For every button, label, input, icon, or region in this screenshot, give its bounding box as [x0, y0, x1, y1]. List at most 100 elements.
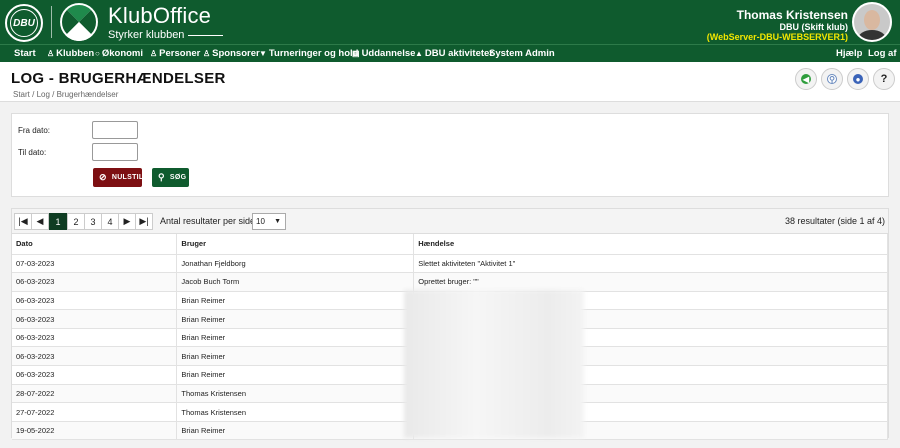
per-page-label: Antal resultater per side: [160, 216, 256, 226]
page-title: LOG - BRUGERHÆNDELSER: [11, 70, 226, 87]
globe-button[interactable]: ●: [847, 68, 869, 90]
search-submit-button[interactable]: ⚲ SØG: [152, 168, 189, 187]
nav-item-help[interactable]: Hjælp: [836, 48, 862, 60]
brand: KlubOffice Styrker klubben: [108, 4, 224, 42]
nav-item-uddannelse[interactable]: ▤ Uddannelse: [352, 48, 415, 60]
date-cell: 06-03-2023: [12, 365, 178, 385]
reset-button[interactable]: ⊘ NULSTIL: [93, 168, 143, 187]
dbu-logo-text: DBU: [10, 9, 38, 37]
user-cell: Brian Reimer: [176, 309, 415, 329]
graduation-icon: ▲: [415, 49, 423, 58]
dbu-logo[interactable]: DBU: [5, 4, 43, 42]
avatar[interactable]: [852, 2, 892, 42]
next-page-icon: ▶: [123, 216, 131, 226]
title-area: LOG - BRUGERHÆNDELSER Start / Log / Brug…: [0, 62, 900, 102]
nav-item-okonomi[interactable]: ○ Økonomi: [95, 48, 143, 60]
server-name: (WebServer-DBU-WEBSERVER1): [706, 32, 848, 42]
brand-underline: [188, 34, 224, 36]
user-name[interactable]: Thomas Kristensen: [707, 9, 848, 22]
to-date-input[interactable]: [92, 143, 138, 161]
trophy-icon: ▼: [259, 49, 267, 58]
arrow-left-icon: ◀: [801, 74, 811, 84]
user-cell: Brian Reimer: [176, 291, 415, 311]
globe-icon: ●: [853, 74, 863, 84]
person-icon: ♙: [203, 49, 211, 58]
per-page-value: 10: [256, 217, 265, 226]
nav-item-label: System Admin: [489, 48, 555, 59]
user-cell: Brian Reimer: [176, 365, 415, 385]
ban-icon: ⊘: [99, 172, 107, 182]
app-header: DBU KlubOffice Styrker klubben Thomas Kr…: [0, 0, 900, 44]
table-row[interactable]: 07-03-2023 Jonathan Fjeldborg Slettet akti…: [12, 254, 888, 274]
brand-subtitle-text: Styrker klubben: [108, 29, 185, 41]
nav-item-dbu-aktiviteter[interactable]: ▲ DBU aktiviteter: [415, 48, 493, 60]
event-cell: Oprettet bruger: "": [413, 272, 888, 292]
klubOffice-logo-icon[interactable]: [60, 3, 98, 41]
search-button-label: SØG: [169, 174, 187, 181]
nav-item-label: Økonomi: [101, 48, 144, 59]
nav-item-label: Klubben: [56, 48, 95, 59]
page-button[interactable]: 4: [101, 213, 119, 230]
user-club-switch[interactable]: DBU (Skift klub): [707, 22, 849, 32]
back-button[interactable]: ◀: [795, 68, 817, 90]
avatar-face: [864, 10, 880, 30]
group-icon: ♙: [47, 49, 55, 58]
date-cell: 06-03-2023: [12, 272, 178, 292]
page-button[interactable]: 3: [84, 213, 102, 230]
nav-item-label: Personer: [159, 48, 201, 59]
column-header-event[interactable]: Hændelse: [413, 234, 888, 255]
prev-page-button[interactable]: ◀: [31, 213, 49, 230]
user-cell: Thomas Kristensen: [176, 384, 415, 404]
nav-item-klubben[interactable]: ♙ Klubben: [47, 48, 94, 60]
prev-page-icon: ◀: [36, 216, 44, 226]
user-cell: Brian Reimer: [176, 421, 415, 441]
nav-item-label: Uddannelse: [361, 48, 416, 59]
person-icon: ♙: [150, 49, 158, 58]
user-cell: Brian Reimer: [176, 328, 415, 348]
to-date-label: Til dato:: [18, 148, 47, 157]
first-page-button[interactable]: |◀: [14, 213, 32, 230]
table-row[interactable]: 06-03-2023 Jacob Buch Torm Oprettet bruger…: [12, 272, 888, 292]
nav-item-sponsorer[interactable]: ♙ Sponsorer: [203, 48, 260, 60]
next-page-button[interactable]: ▶: [118, 213, 136, 230]
help-button[interactable]: ?: [873, 68, 895, 90]
search-button[interactable]: ⚲: [821, 68, 843, 90]
per-page-select[interactable]: 10 ▼: [252, 213, 286, 230]
event-cell: Slettet aktiviteten "Aktivitet 1": [413, 254, 888, 274]
brand-subtitle: Styrker klubben: [108, 29, 224, 42]
column-header-user[interactable]: Bruger: [176, 234, 415, 255]
nav-item-logout[interactable]: Log af: [868, 48, 897, 60]
nav-item-label: Hjælp: [836, 48, 863, 59]
nav-item-turneringer[interactable]: ▼ Turneringer og hold: [259, 48, 358, 60]
nav-item-start[interactable]: Start: [14, 48, 36, 60]
date-cell: 19-05-2022: [12, 421, 178, 441]
question-icon: ?: [880, 73, 888, 85]
user-cell: Jacob Buch Torm: [176, 272, 415, 292]
filter-panel: Fra dato: Til dato: ⊘ NULSTIL ⚲ SØG: [11, 113, 889, 197]
breadcrumb[interactable]: Start / Log / Brugerhændelser: [13, 90, 118, 99]
user-cell: Jonathan Fjeldborg: [176, 254, 415, 274]
page-button[interactable]: 1: [49, 213, 67, 230]
redacted-region: [404, 290, 584, 438]
pager-bar: |◀ ◀ 1 2 3 4 ▶ ▶| Antal resultater per s…: [12, 209, 888, 234]
magnifier-icon: ⚲: [827, 74, 837, 84]
nav-item-personer[interactable]: ♙ Personer: [150, 48, 200, 60]
user-cell: Thomas Kristensen: [176, 402, 415, 422]
avatar-body: [858, 30, 886, 40]
nav-item-label: Log af: [868, 48, 897, 59]
user-block: Thomas Kristensen DBU (Skift klub) (WebS…: [707, 9, 848, 43]
last-page-icon: ▶|: [139, 216, 149, 226]
nav-item-label: Sponsorer: [212, 48, 260, 59]
last-page-button[interactable]: ▶|: [135, 213, 153, 230]
page-button[interactable]: 2: [67, 213, 85, 230]
from-date-input[interactable]: [92, 121, 138, 139]
main-nav: Start ♙ Klubben ○ Økonomi ♙ Personer ♙ Spons…: [0, 44, 900, 62]
logo-divider: [51, 6, 52, 38]
date-cell: 06-03-2023: [12, 309, 178, 329]
nav-item-label: DBU aktiviteter: [424, 48, 494, 59]
column-header-date[interactable]: Dato: [12, 234, 178, 255]
nav-item-system-admin[interactable]: System Admin: [489, 48, 555, 60]
date-cell: 07-03-2023: [12, 254, 178, 274]
coin-icon: ○: [95, 49, 100, 58]
nav-item-label: Start: [14, 48, 36, 59]
